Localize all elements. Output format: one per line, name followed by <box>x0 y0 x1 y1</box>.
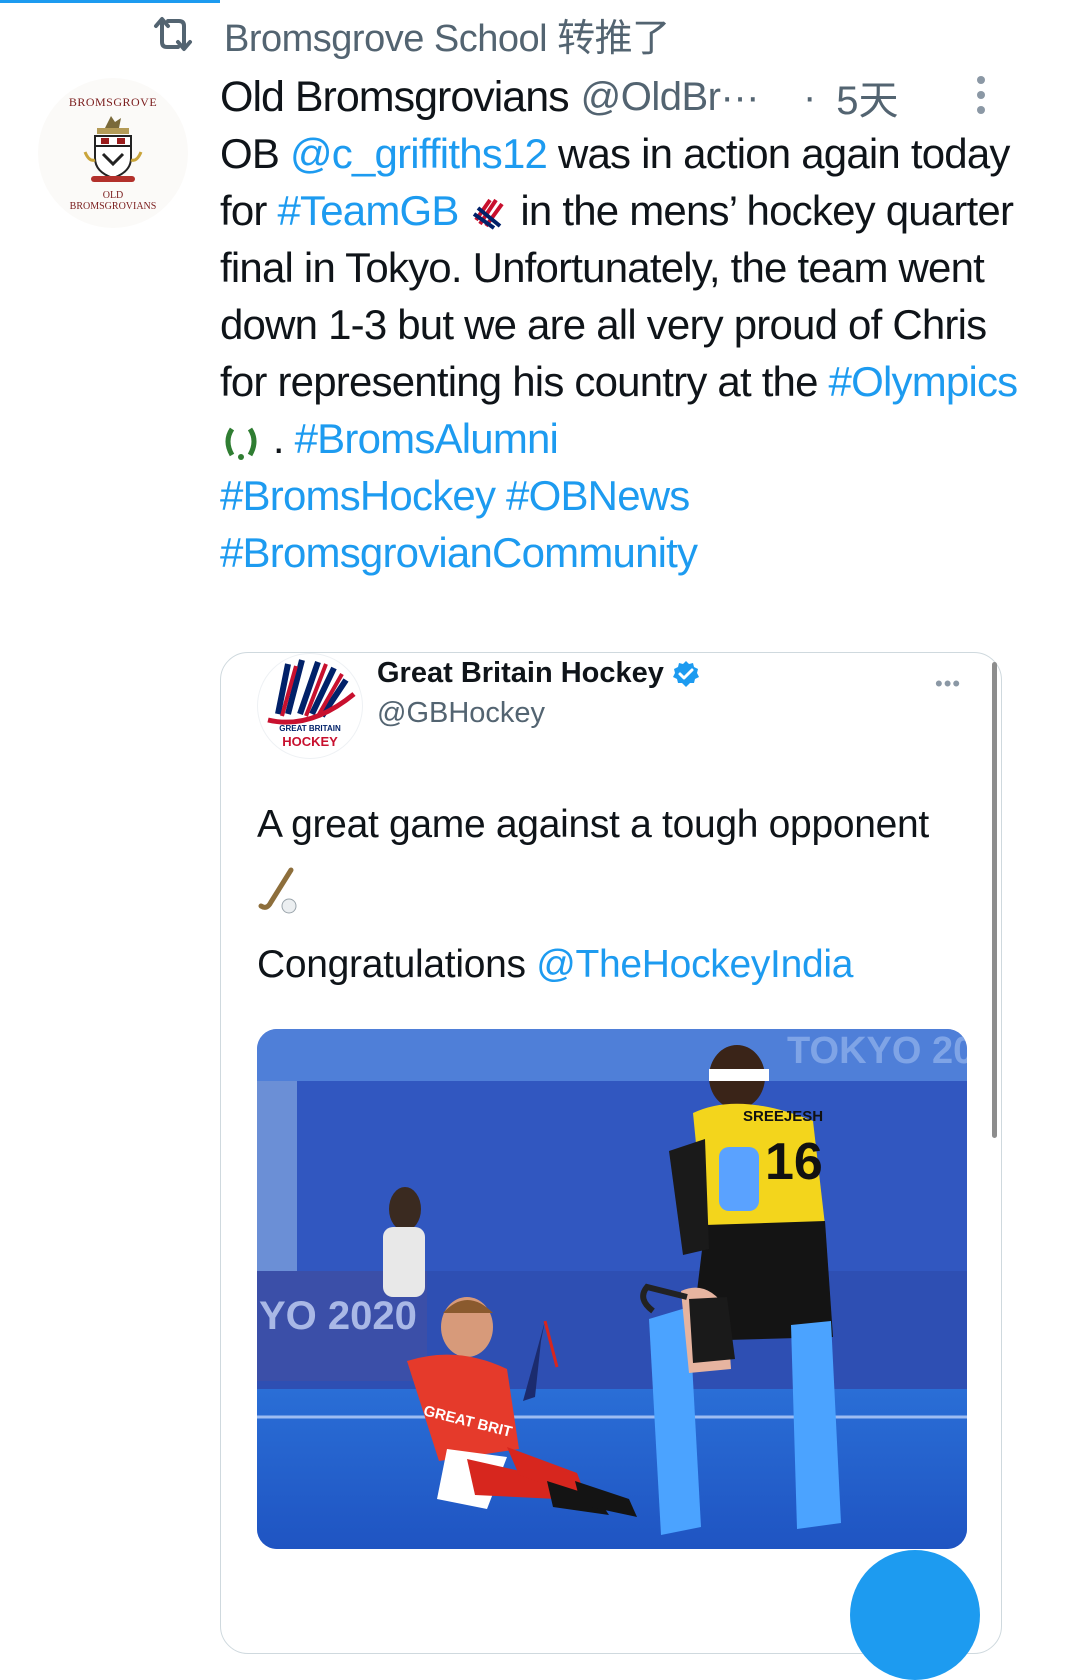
quote-congrats: Congratulations <box>257 943 537 986</box>
hashtag-teamgb[interactable]: #TeamGB <box>277 187 459 234</box>
compose-button[interactable] <box>850 1550 980 1680</box>
avatar[interactable]: BROMSGROVE OLD BROMSGROVIANS <box>38 78 188 228</box>
tweet-text-part: OB <box>220 130 290 177</box>
user-handle[interactable]: @OldBr··· <box>581 75 759 120</box>
avatar-bottom-text: OLD BROMSGROVIANS <box>70 190 157 212</box>
tweet-header: Old Bromsgrovians @OldBr··· · 5天 <box>220 68 1000 126</box>
olympic-laurel-icon <box>225 427 257 460</box>
tweet-text-part: . <box>262 415 295 462</box>
display-name[interactable]: Old Bromsgrovians <box>220 73 570 122</box>
quote-text: A great game against a tough opponent Co… <box>257 793 977 996</box>
verified-badge-icon <box>672 660 699 687</box>
hashtag-bromshockey[interactable]: #BromsHockey <box>220 472 496 519</box>
retweet-context[interactable]: Bromsgrove School 转推了 <box>150 8 670 60</box>
photo-banner-side: YO 2020 <box>259 1294 417 1338</box>
photo-jersey-number: 16 <box>765 1133 823 1191</box>
quote-text-line: A great game against a tough opponent <box>257 803 929 846</box>
mention-link[interactable]: @c_griffiths12 <box>290 130 548 177</box>
scrollbar[interactable] <box>992 662 997 1138</box>
quote-handle[interactable]: @GBHockey <box>377 697 545 730</box>
hashtag-obnews[interactable]: #OBNews <box>506 472 690 519</box>
quote-avatar-line2: HOCKEY <box>282 734 338 749</box>
tweet-text: OB @c_griffiths12 was in action again to… <box>220 125 1020 581</box>
photo-scene: TOKYO 20 YO 2020 GREAT BRIT SREEJESH 16 <box>257 1029 967 1549</box>
more-options-icon[interactable] <box>975 76 987 116</box>
photo-jersey-name: SREEJESH <box>743 1108 823 1125</box>
quote-avatar-line1: GREAT BRITAIN <box>279 724 341 733</box>
retweet-label: Bromsgrove School 转推了 <box>224 17 670 60</box>
hockey-stick-icon <box>258 867 297 914</box>
photo-banner-top: TOKYO 20 <box>787 1030 967 1072</box>
teamgb-hashflag-icon <box>472 196 507 231</box>
quote-display-name[interactable]: Great Britain Hockey <box>377 657 664 690</box>
avatar-top-text: BROMSGROVE <box>68 94 158 109</box>
quote-more-icon[interactable]: ••• <box>935 671 961 697</box>
avatar-bottom-line1: OLD <box>102 189 124 201</box>
quote-avatar[interactable]: GREAT BRITAIN HOCKEY <box>257 653 363 759</box>
hashtag-bromsalumni[interactable]: #BromsAlumni <box>295 415 559 462</box>
retweet-icon <box>154 17 192 51</box>
quote-name-row[interactable]: Great Britain Hockey <box>377 657 700 690</box>
avatar-bottom-line2: BROMSGROVIANS <box>69 200 157 212</box>
mention-thehockeyindia[interactable]: @TheHockeyIndia <box>536 943 853 986</box>
hockey-match-photo[interactable]: TOKYO 20 YO 2020 GREAT BRIT SREEJESH 16 <box>257 1029 967 1549</box>
hashtag-community[interactable]: #BromsgrovianCommunity <box>220 529 698 576</box>
quote-tweet-card[interactable]: GREAT BRITAIN HOCKEY Great Britain Hocke… <box>220 652 1002 1654</box>
separator-dot: · <box>802 74 817 119</box>
timestamp[interactable]: 5天 <box>836 68 898 126</box>
progress-line <box>0 0 220 3</box>
hashtag-olympics[interactable]: #Olympics <box>829 358 1019 405</box>
crest-icon <box>83 115 143 182</box>
